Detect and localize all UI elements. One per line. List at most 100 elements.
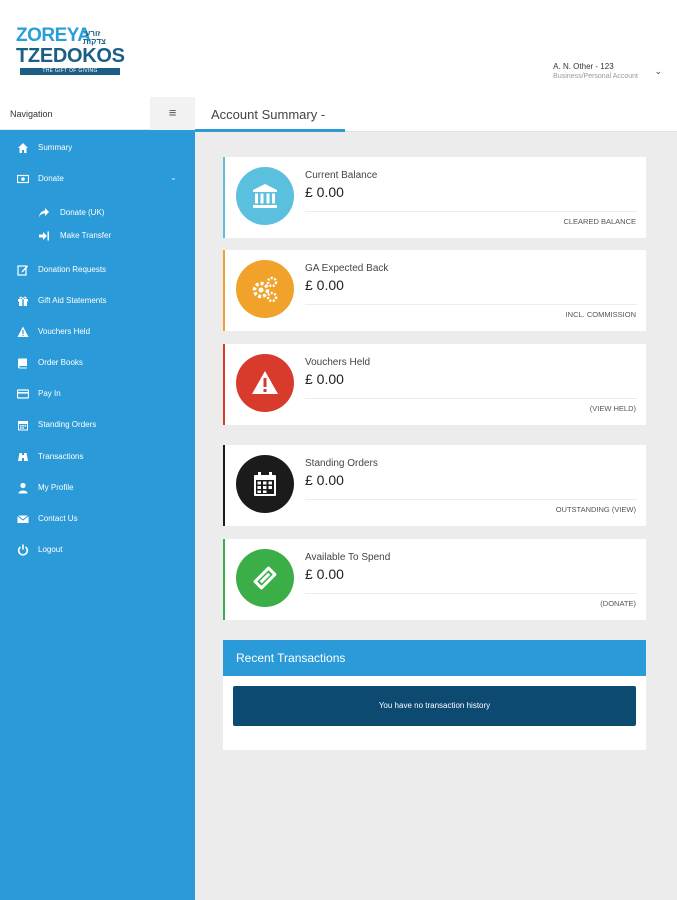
power-icon [17, 544, 29, 556]
binoculars-icon [18, 453, 28, 461]
sidebar-item-label: Donate (UK) [60, 208, 105, 217]
sidebar-item-transactions[interactable]: Transactions [0, 445, 195, 469]
card-icon-circle [236, 354, 294, 412]
card-title: Vouchers Held [305, 357, 371, 368]
sidebar-item-label: Standing Orders [38, 420, 97, 429]
top-header: ZOREYA זורעי צדקות TZEDOKOS THE GIFT OF … [2, 6, 672, 96]
card-current-balance: Current Balance £ 0.00 CLEARED BALANCE [223, 157, 646, 238]
card-amount: £ 0.00 [305, 277, 344, 293]
recent-transactions-header: Recent Transactions [223, 640, 646, 676]
sidebar: Summary Donate ⌄ Donate (UK) Make Transf… [0, 130, 195, 900]
cogs-icon [252, 276, 278, 303]
sidebar-item-my-profile[interactable]: My Profile [0, 476, 195, 500]
sidebar-item-contact-us[interactable]: Contact Us [0, 507, 195, 531]
card-accent-bar [223, 157, 225, 238]
sidebar-item-label: Contact Us [38, 514, 78, 523]
sidebar-item-standing-orders[interactable]: Standing Orders [0, 413, 195, 437]
user-name: A. N. Other - 123 [553, 62, 614, 71]
bank-icon [253, 184, 277, 208]
calendar-icon [254, 472, 276, 496]
navigation-header: Navigation ≡ [0, 97, 195, 130]
sidebar-item-label: Gift Aid Statements [38, 296, 107, 305]
logo-hebrew: זורעי צדקות [83, 29, 106, 46]
sidebar-item-donate[interactable]: Donate ⌄ [0, 167, 195, 191]
card-title: Standing Orders [305, 458, 378, 469]
sidebar-item-label: Donate [38, 174, 64, 183]
chevron-down-icon[interactable]: ⌄ [170, 173, 177, 182]
card-amount: £ 0.00 [305, 371, 344, 387]
sidebar-item-vouchers-held[interactable]: Vouchers Held [0, 320, 195, 344]
chevron-down-icon[interactable]: ⌄ [654, 66, 662, 77]
card-divider [305, 304, 637, 305]
card-vouchers-held: Vouchers Held £ 0.00 (VIEW HELD) [223, 344, 646, 425]
sidebar-item-pay-in[interactable]: Pay In [0, 382, 195, 406]
money-icon [17, 174, 29, 184]
view-held-link[interactable]: (VIEW HELD) [590, 404, 636, 413]
sidebar-item-label: Summary [38, 143, 73, 152]
sidebar-item-label: Pay In [38, 389, 61, 398]
card-available-to-spend: Available To Spend £ 0.00 (DONATE) [223, 539, 646, 620]
edit-icon [17, 265, 28, 276]
calendar-icon [18, 421, 28, 431]
sidebar-item-order-books[interactable]: Order Books [0, 351, 195, 375]
card-divider [305, 398, 637, 399]
card-divider [305, 211, 637, 212]
user-icon [18, 482, 28, 494]
empty-transactions-message: You have no transaction history [233, 686, 636, 726]
sidebar-item-donation-requests[interactable]: Donation Requests [0, 258, 195, 282]
card-amount: £ 0.00 [305, 472, 344, 488]
card-accent-bar [223, 344, 225, 425]
recent-transactions-panel: Recent Transactions You have no transact… [223, 640, 646, 750]
main-content: Current Balance £ 0.00 CLEARED BALANCE G… [195, 132, 677, 900]
sidebar-item-label: Make Transfer [60, 231, 112, 240]
sidebar-item-label: Transactions [38, 452, 84, 461]
menu-toggle-icon[interactable]: ≡ [150, 97, 195, 130]
card-title: GA Expected Back [305, 263, 389, 274]
sidebar-item-label: Logout [38, 545, 63, 554]
sidebar-item-gift-aid-statements[interactable]: Gift Aid Statements [0, 289, 195, 313]
card-accent-bar [223, 539, 225, 620]
card-icon-circle [236, 549, 294, 607]
warning-icon [252, 371, 278, 394]
sidebar-item-label: Donation Requests [38, 265, 107, 274]
card-accent-bar [223, 445, 225, 526]
donate-link[interactable]: (DONATE) [600, 599, 636, 608]
sidebar-item-label: Order Books [38, 358, 83, 367]
outstanding-view-link[interactable]: OUTSTANDING (VIEW) [556, 505, 636, 514]
logo-tagline: THE GIFT OF GIVING [20, 68, 120, 75]
card-icon-circle [236, 260, 294, 318]
book-icon [18, 358, 27, 369]
sidebar-item-make-transfer[interactable]: Make Transfer [0, 224, 195, 248]
sidebar-item-donate-uk[interactable]: Donate (UK) [0, 201, 195, 225]
home-icon [18, 143, 28, 153]
page-title: Account Summary - [211, 107, 326, 122]
sidebar-item-label: My Profile [38, 483, 74, 492]
share-icon [39, 208, 49, 218]
logo[interactable]: ZOREYA זורעי צדקות TZEDOKOS THE GIFT OF … [16, 26, 125, 84]
warning-icon [17, 326, 29, 337]
card-amount: £ 0.00 [305, 184, 344, 200]
card-ga-expected-back: GA Expected Back £ 0.00 INCL. COMMISSION [223, 250, 646, 331]
card-amount: £ 0.00 [305, 566, 344, 582]
card-icon-circle [236, 455, 294, 513]
card-divider [305, 499, 637, 500]
logo-line2: TZEDOKOS [16, 45, 125, 67]
card-note: INCL. COMMISSION [565, 310, 636, 319]
user-role: Business/Personal Account [553, 73, 638, 80]
navigation-label: Navigation [10, 109, 53, 119]
card-title: Current Balance [305, 170, 378, 181]
sidebar-item-label: Vouchers Held [38, 327, 91, 336]
gift-icon [18, 296, 28, 306]
card-accent-bar [223, 250, 225, 331]
sidebar-item-summary[interactable]: Summary [0, 136, 195, 160]
card-divider [305, 593, 637, 594]
card-icon-circle [236, 167, 294, 225]
user-menu[interactable]: A. N. Other - 123 Business/Personal Acco… [553, 62, 638, 81]
envelope-icon [17, 515, 29, 523]
sidebar-item-logout[interactable]: Logout [0, 538, 195, 562]
card-note: CLEARED BALANCE [563, 217, 636, 226]
card-title: Available To Spend [305, 552, 391, 563]
card-standing-orders: Standing Orders £ 0.00 OUTSTANDING (VIEW… [223, 445, 646, 526]
ticket-icon [253, 566, 277, 590]
transfer-icon [39, 231, 49, 241]
